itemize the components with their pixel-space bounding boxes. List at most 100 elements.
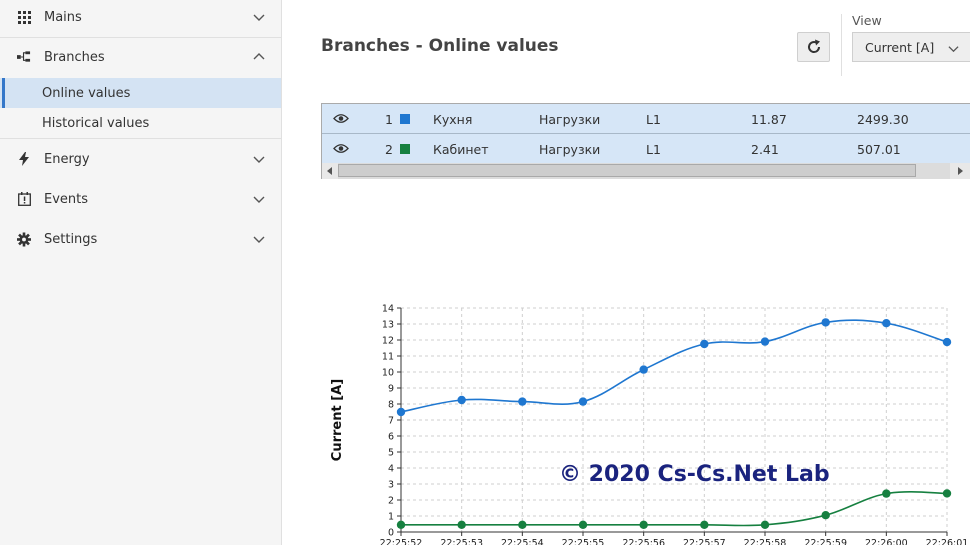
- data-point: [942, 489, 952, 498]
- data-point: [942, 337, 952, 347]
- y-tick-label: 0: [388, 528, 394, 539]
- sidebar-item-label: Events: [44, 191, 89, 207]
- gear-icon: [17, 232, 31, 246]
- scrollbar-thumb[interactable]: [338, 164, 916, 177]
- y-axis-label: Current [A]: [330, 379, 345, 461]
- x-tick-label: 22:26:01: [926, 538, 969, 545]
- horizontal-scrollbar[interactable]: [322, 163, 970, 179]
- series-line: [400, 319, 948, 413]
- data-point: [578, 397, 588, 406]
- eye-icon[interactable]: [333, 143, 349, 154]
- current-chart: 0123456789101112131422:25:52 22:25:53 22:2…: [330, 304, 969, 545]
- x-tick-label: 22:25:53: [440, 538, 483, 545]
- branch-name: Кабинет: [433, 142, 489, 157]
- lightning-icon: [17, 152, 31, 166]
- y-tick-label: 14: [382, 304, 394, 315]
- series-color-swatch: [400, 144, 410, 154]
- y-tick-label: 11: [382, 352, 394, 363]
- y-tick-label: 13: [382, 320, 394, 331]
- y-tick-label: 1: [388, 512, 394, 523]
- chart-grid: [400, 307, 948, 533]
- sidebar-subitem-label: Historical values: [42, 115, 150, 131]
- x-tick-label: 22:26:00: [865, 538, 908, 545]
- data-point: [760, 337, 770, 346]
- chevron-down-icon: [253, 14, 265, 21]
- x-tick-label: 22:25:55: [562, 538, 605, 545]
- data-point: [882, 319, 891, 328]
- series-color-swatch: [400, 114, 410, 124]
- sidebar-subitem-label: Online values: [42, 85, 131, 101]
- arrow-left-icon: [327, 167, 332, 175]
- data-point: [457, 395, 466, 405]
- arrow-right-icon: [958, 167, 963, 175]
- data-point: [518, 397, 527, 406]
- y-tick-label: 9: [388, 384, 394, 395]
- branches-table: 1 Кухня Нагрузки L1 11.87 2499.30 2 Каби…: [321, 103, 970, 179]
- data-point: [760, 520, 770, 529]
- data-point: [518, 520, 527, 529]
- x-tick-label: 22:25:52: [380, 538, 423, 545]
- view-label: View: [852, 13, 882, 28]
- series-line: [400, 491, 948, 527]
- y-tick-label: 7: [388, 416, 394, 427]
- data-point: [821, 318, 830, 327]
- sidebar-item-energy[interactable]: Energy: [0, 139, 281, 179]
- x-tick-label: 22:25:58: [744, 538, 787, 545]
- data-point: [578, 520, 588, 529]
- data-point: [700, 339, 709, 349]
- y-tick-label: 12: [382, 336, 394, 347]
- sidebar-subitem-historical-values[interactable]: Historical values: [0, 108, 281, 138]
- branch-phase: L1: [646, 112, 661, 127]
- y-tick-label: 3: [388, 480, 394, 491]
- sidebar-item-settings[interactable]: Settings: [0, 219, 281, 259]
- data-point: [882, 489, 891, 498]
- x-tick-label: 22:25:59: [804, 538, 847, 545]
- chevron-down-icon: [948, 46, 959, 53]
- sidebar-item-mains[interactable]: Mains: [0, 0, 281, 37]
- toolbar-divider: [841, 14, 842, 76]
- sidebar-item-label: Mains: [44, 9, 82, 25]
- branches-icon: [17, 50, 31, 64]
- grid-icon: [17, 10, 31, 24]
- y-tick-label: 5: [388, 448, 394, 459]
- x-tick-label: 22:25:56: [622, 538, 665, 545]
- refresh-button[interactable]: [797, 32, 830, 62]
- sidebar-item-label: Settings: [44, 231, 98, 247]
- sidebar-item-branches[interactable]: Branches: [0, 37, 281, 77]
- branch-type: Нагрузки: [539, 112, 601, 127]
- sidebar: Mains Branches Online values Historical …: [0, 0, 282, 545]
- y-tick-label: 2: [388, 496, 394, 507]
- refresh-icon: [807, 39, 820, 53]
- sidebar-item-events[interactable]: Events: [0, 179, 281, 219]
- data-point: [396, 520, 406, 529]
- sidebar-subitem-online-values[interactable]: Online values: [0, 78, 281, 108]
- y-tick-label: 8: [388, 400, 394, 411]
- y-tick-label: 4: [388, 464, 394, 475]
- eye-icon[interactable]: [333, 113, 349, 124]
- data-point: [457, 520, 466, 529]
- chevron-down-icon: [253, 196, 265, 203]
- table-row[interactable]: 1 Кухня Нагрузки L1 11.87 2499.30: [322, 104, 970, 134]
- view-select[interactable]: Current [A]: [852, 32, 970, 62]
- row-number: 1: [385, 112, 393, 127]
- scroll-right-button[interactable]: [950, 163, 970, 179]
- branch-current: 2.41: [751, 142, 779, 157]
- branch-current: 11.87: [751, 112, 787, 127]
- watermark-text: © 2020 Cs-Cs.Net Lab: [559, 462, 830, 487]
- table-row[interactable]: 2 Кабинет Нагрузки L1 2.41 507.01: [322, 134, 970, 164]
- sidebar-item-label: Energy: [44, 151, 90, 167]
- chevron-up-icon: [253, 53, 265, 60]
- chevron-down-icon: [253, 236, 265, 243]
- y-tick-label: 10: [382, 368, 394, 379]
- x-tick-label: 22:25:57: [683, 538, 726, 545]
- data-point: [639, 520, 648, 529]
- scroll-left-button[interactable]: [322, 163, 338, 179]
- row-number: 2: [385, 142, 393, 157]
- branch-power: 507.01: [857, 142, 901, 157]
- branch-type: Нагрузки: [539, 142, 601, 157]
- view-selected-value: Current [A]: [865, 39, 935, 55]
- data-point: [639, 365, 648, 374]
- branch-name: Кухня: [433, 112, 473, 127]
- sidebar-item-label: Branches: [44, 49, 105, 65]
- x-tick-label: 22:25:54: [501, 538, 544, 545]
